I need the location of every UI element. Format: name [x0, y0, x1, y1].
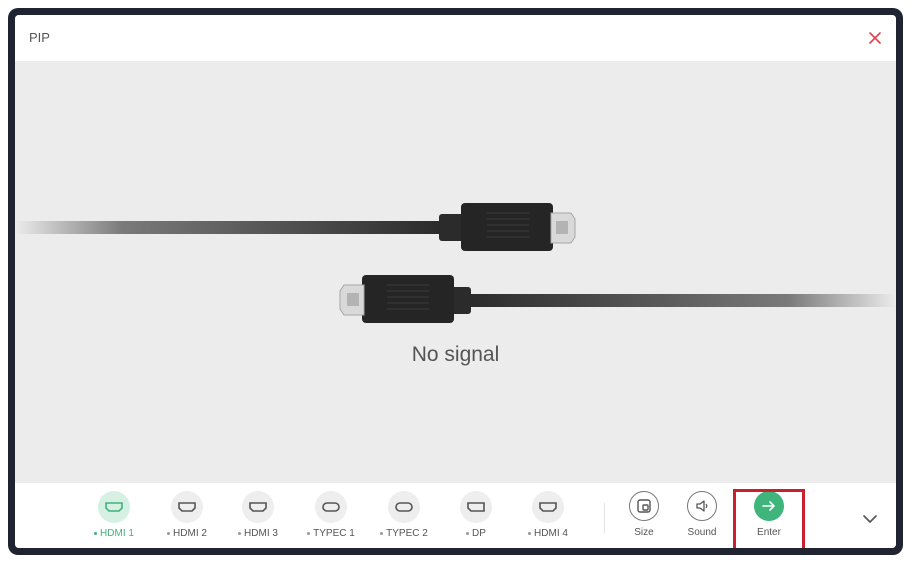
expand-button[interactable]	[858, 507, 882, 531]
pip-size-icon	[629, 491, 659, 521]
enter-button[interactable]: Enter	[741, 491, 797, 545]
typec-port-icon	[315, 491, 347, 523]
source-hdmi-4[interactable]: HDMI 4	[513, 491, 583, 545]
hdmi-port-icon	[532, 491, 564, 523]
enter-label: Enter	[757, 527, 781, 538]
source-label: HDMI 3	[244, 528, 278, 539]
typec-port-icon	[388, 491, 420, 523]
source-hdmi-3[interactable]: HDMI 3	[223, 491, 293, 545]
no-signal-text: No signal	[411, 343, 500, 366]
pip-window: PIP No signal HDMI 1 HDMI 2 HDMI 3 TYPEC…	[15, 15, 896, 548]
hdmi-port-icon	[171, 491, 203, 523]
source-label: TYPEC 2	[386, 528, 428, 539]
arrow-right-icon	[754, 491, 784, 521]
source-typec-1[interactable]: TYPEC 1	[296, 491, 366, 545]
source-hdmi-1[interactable]: HDMI 1	[79, 491, 149, 545]
source-hdmi-2[interactable]: HDMI 2	[152, 491, 222, 545]
toolbar-divider	[604, 503, 605, 533]
bottom-toolbar: HDMI 1 HDMI 2 HDMI 3 TYPEC 1 TYPEC 2 DP …	[15, 483, 896, 548]
speaker-icon	[687, 491, 717, 521]
window-title: PIP	[29, 30, 50, 45]
sound-button[interactable]: Sound	[674, 491, 730, 545]
source-dp[interactable]: DP	[441, 491, 511, 545]
sound-label: Sound	[687, 527, 717, 538]
close-button[interactable]	[864, 27, 886, 49]
hdmi-port-icon	[242, 491, 274, 523]
source-label: DP	[472, 528, 486, 539]
hdmi-port-icon	[98, 491, 130, 523]
source-label: HDMI 4	[534, 528, 568, 539]
source-typec-2[interactable]: TYPEC 2	[369, 491, 439, 545]
close-icon	[869, 32, 881, 44]
size-label: Size	[634, 527, 654, 538]
hdmi-cables-illustration	[15, 203, 896, 323]
title-bar: PIP	[15, 15, 896, 61]
chevron-down-icon	[863, 515, 877, 523]
size-button[interactable]: Size	[616, 491, 672, 545]
source-label: TYPEC 1	[313, 528, 355, 539]
display-frame: PIP No signal HDMI 1 HDMI 2 HDMI 3 TYPEC…	[8, 8, 903, 555]
source-label: HDMI 2	[173, 528, 207, 539]
displayport-icon	[460, 491, 492, 523]
preview-area: No signal	[15, 61, 896, 483]
source-label: HDMI 1	[100, 528, 134, 539]
